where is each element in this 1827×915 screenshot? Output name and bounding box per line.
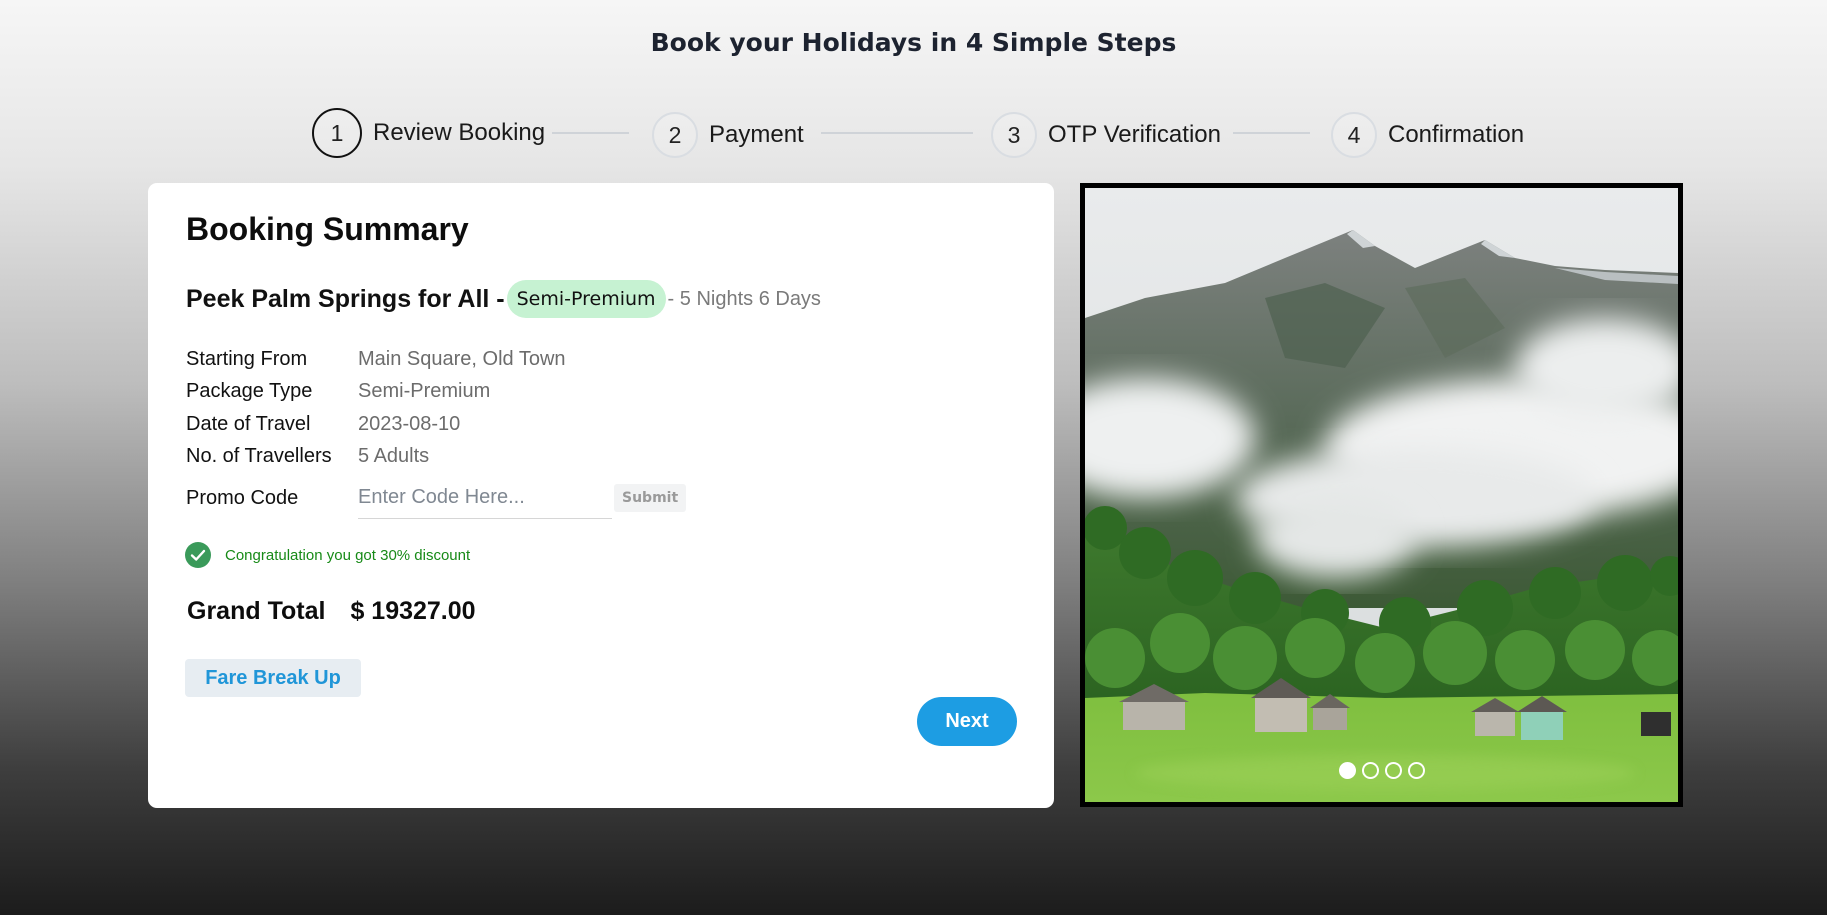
step-number: 3: [991, 112, 1037, 158]
detail-label: Package Type: [186, 379, 313, 402]
detail-value: 2023-08-10: [358, 412, 461, 435]
image-carousel[interactable]: [1080, 183, 1683, 807]
detail-row-package-type: Package Type Semi-Premium: [186, 378, 490, 404]
booking-summary-card: Booking Summary Peek Palm Springs for Al…: [148, 183, 1054, 808]
step-payment[interactable]: 2 Payment: [652, 110, 804, 160]
discount-text: Congratulation you got 30% discount: [225, 546, 471, 564]
detail-row-date-of-travel: Date of Travel 2023-08-10: [186, 411, 460, 437]
grand-total-label: Grand Total: [187, 597, 326, 625]
card-title: Booking Summary: [186, 211, 469, 247]
detail-label: No. of Travellers: [186, 444, 332, 467]
next-button[interactable]: Next: [917, 697, 1017, 746]
package-type-badge: Semi-Premium: [506, 280, 666, 318]
step-connector: [821, 132, 973, 134]
step-label: Review Booking: [373, 119, 546, 146]
step-review-booking[interactable]: 1 Review Booking: [312, 108, 545, 158]
step-number: 1: [312, 108, 362, 158]
promo-code-row: Promo Code Submit: [186, 476, 687, 520]
mountain-landscape-image: [1085, 188, 1678, 802]
carousel-pagination: [1085, 762, 1678, 779]
step-label: OTP Verification: [1048, 121, 1221, 148]
step-label: Confirmation: [1388, 121, 1525, 148]
package-duration: - 5 Nights 6 Days: [667, 287, 821, 310]
carousel-dot-3[interactable]: [1384, 762, 1402, 779]
promo-code-label: Promo Code: [186, 486, 299, 509]
package-name: Peek Palm Springs for All -: [186, 284, 505, 313]
detail-row-travellers: No. of Travellers 5 Adults: [186, 443, 429, 469]
step-connector: [552, 132, 629, 134]
detail-value: Main Square, Old Town: [358, 347, 566, 370]
detail-value: 5 Adults: [358, 444, 430, 467]
detail-label: Date of Travel: [186, 412, 311, 435]
step-number: 4: [1331, 112, 1377, 158]
check-circle-icon: [185, 542, 211, 568]
fare-break-up-button[interactable]: Fare Break Up: [185, 659, 361, 697]
detail-value: Semi-Premium: [358, 379, 491, 402]
carousel-dot-4[interactable]: [1407, 762, 1425, 779]
carousel-dot-2[interactable]: [1361, 762, 1379, 779]
package-heading: Peek Palm Springs for All - Semi-Premium…: [186, 280, 821, 318]
detail-row-starting-from: Starting From Main Square, Old Town: [186, 346, 566, 372]
step-connector: [1233, 132, 1310, 134]
grand-total-amount: $ 19327.00: [350, 597, 476, 625]
step-confirmation[interactable]: 4 Confirmation: [1331, 110, 1524, 160]
step-number: 2: [652, 112, 698, 158]
page-title: Book your Holidays in 4 Simple Steps: [650, 28, 1177, 57]
stepper: 1 Review Booking 2 Payment 3 OTP Verific…: [312, 108, 1526, 158]
discount-message: Congratulation you got 30% discount: [185, 542, 470, 568]
promo-submit-button[interactable]: Submit: [614, 484, 687, 512]
step-label: Payment: [709, 121, 804, 148]
carousel-dot-1[interactable]: [1338, 762, 1356, 779]
detail-label: Starting From: [186, 347, 308, 370]
promo-code-input[interactable]: [358, 477, 612, 519]
step-otp-verification[interactable]: 3 OTP Verification: [991, 110, 1221, 160]
grand-total: Grand Total $ 19327.00: [187, 597, 476, 626]
